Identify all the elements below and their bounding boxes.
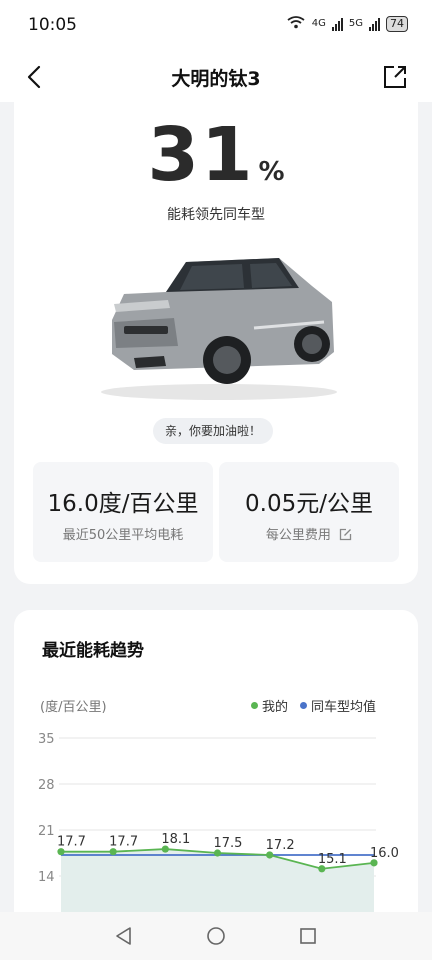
data-label-mine: 15.1 xyxy=(318,852,347,867)
signal-4g-icon xyxy=(331,17,343,31)
network-4g-label: 4G xyxy=(311,18,326,29)
percent-sign: % xyxy=(258,157,285,187)
cost-per-km-caption[interactable]: 每公里费用 xyxy=(219,524,399,543)
system-nav-bar xyxy=(0,912,432,960)
energy-summary-card: 31% 能耗领先同车型 亲，你要加油啦！ 16.0度/百公里 最近50公里平均电… xyxy=(14,102,418,584)
trend-card: 最近能耗趋势 (度/百公里) 我的 同车型均值 35 28 21 14 17.7 17.7… xyxy=(14,610,418,960)
network-5g-label: 5G xyxy=(348,18,363,29)
data-label-mine: 17.7 xyxy=(57,835,86,850)
data-label-mine: 17.2 xyxy=(266,838,295,853)
avg-consumption-stat: 16.0度/百公里 最近50公里平均电耗 xyxy=(33,462,213,562)
y-tick-label: 28 xyxy=(38,778,55,793)
cost-per-km-stat[interactable]: 0.05元/公里 每公里费用 xyxy=(219,462,399,562)
data-label-mine: 18.1 xyxy=(161,832,190,847)
share-icon xyxy=(384,66,406,88)
cost-per-km-value: 0.05元/公里 xyxy=(245,491,373,517)
circle-home-icon xyxy=(207,927,225,945)
nav-recents-button[interactable] xyxy=(296,924,320,948)
square-recents-icon xyxy=(300,928,316,944)
nav-bar: 大明的钛3 xyxy=(0,52,432,102)
share-button[interactable] xyxy=(382,64,408,90)
page-title: 大明的钛3 xyxy=(171,68,261,90)
wifi-icon xyxy=(286,15,306,32)
trend-chart: 35 28 21 14 17.7 17.7 18.1 17.5 17.2 15.1 16.0 xyxy=(38,732,399,960)
percent-display: 31% xyxy=(14,112,418,198)
avg-consumption-caption: 最近50公里平均电耗 xyxy=(62,528,184,543)
triangle-back-icon xyxy=(116,927,131,945)
cost-per-km-caption-text: 每公里费用 xyxy=(265,528,331,543)
y-tick-label: 21 xyxy=(38,824,55,839)
edit-icon[interactable] xyxy=(339,528,352,541)
y-tick-label: 14 xyxy=(38,870,55,885)
status-icons: 4G 5G 74 xyxy=(286,15,408,32)
status-bar: 10:05 4G 5G 74 xyxy=(0,0,432,52)
tip-bubble: 亲，你要加油啦！ xyxy=(153,418,274,444)
status-time: 10:05 xyxy=(28,15,77,35)
percent-value: 31 xyxy=(147,112,255,198)
y-tick-label: 35 xyxy=(38,732,55,747)
rank-label: 能耗领先同车型 xyxy=(167,207,265,223)
data-label-mine: 17.5 xyxy=(214,836,243,851)
nav-back-button[interactable] xyxy=(112,924,136,948)
signal-5g-icon xyxy=(369,17,380,31)
data-label-mine: 16.0 xyxy=(370,846,399,861)
avg-consumption-value: 16.0度/百公里 xyxy=(47,491,199,517)
data-label-mine: 17.7 xyxy=(109,835,138,850)
battery-icon: 74 xyxy=(386,15,408,32)
car-image xyxy=(101,258,337,400)
nav-home-button[interactable] xyxy=(204,924,228,948)
